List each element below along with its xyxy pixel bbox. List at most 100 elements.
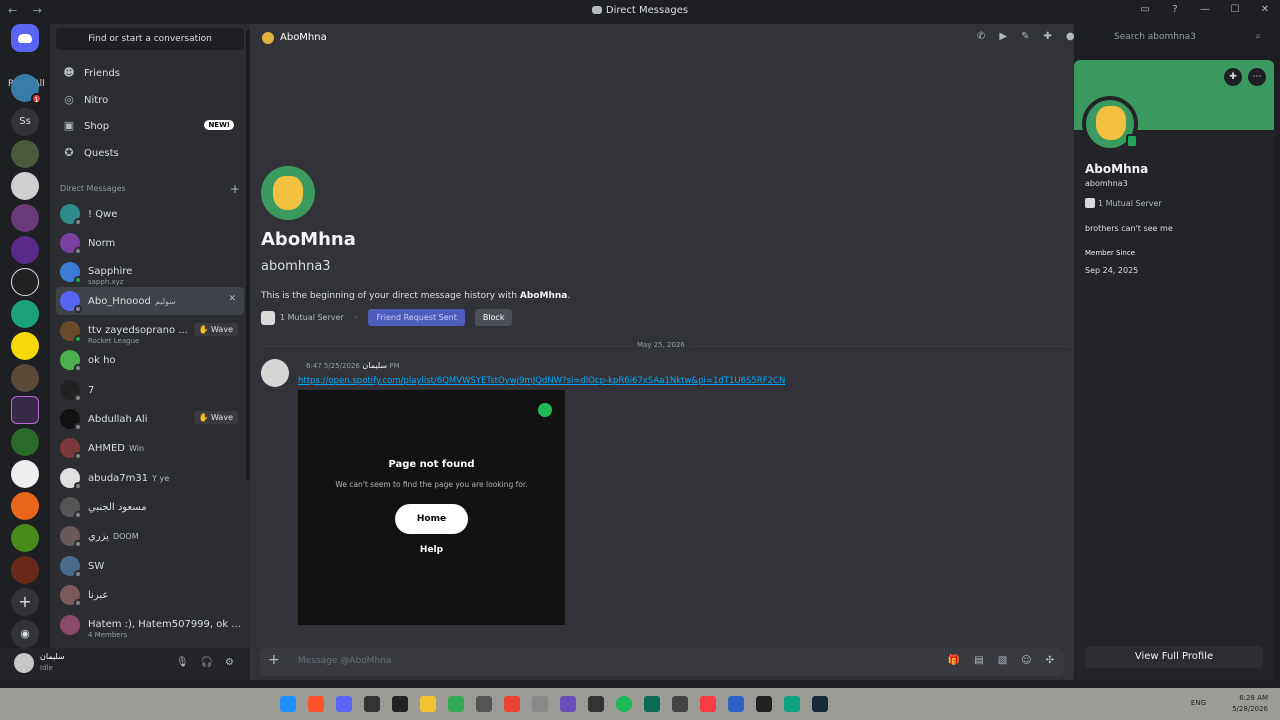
server-icon[interactable] (11, 268, 39, 296)
embed-help-link[interactable]: Help (298, 545, 565, 555)
inbox-icon[interactable]: ▭ (1138, 3, 1152, 17)
app-icon[interactable] (784, 696, 800, 712)
settings-gear-icon[interactable]: ⚙ (225, 657, 234, 668)
block-button[interactable]: Block (474, 309, 513, 326)
dm-item[interactable]: مسعود الجنبي (56, 493, 244, 521)
dm-item[interactable]: ok ho (56, 346, 244, 374)
more-options-icon[interactable]: ⋯ (1248, 68, 1266, 86)
server-icon[interactable] (11, 300, 39, 328)
dm-item[interactable]: يزري DOOM (56, 522, 244, 550)
server-icon[interactable] (11, 460, 39, 488)
embed-home-button[interactable]: Home (395, 504, 468, 534)
microphone-icon[interactable]: 🎙 (176, 657, 189, 668)
discord-icon[interactable] (336, 696, 352, 712)
sticker-icon[interactable]: ▧ (998, 655, 1007, 666)
gift-icon[interactable]: 🎁 (948, 655, 960, 666)
brave-icon[interactable] (308, 696, 324, 712)
dm-item[interactable]: Norm (56, 229, 244, 257)
minimize-button[interactable]: — (1198, 3, 1212, 17)
server-icon[interactable] (11, 140, 39, 168)
dm-item[interactable]: 7 (56, 376, 244, 404)
user-profile-icon[interactable]: ● (1066, 31, 1075, 42)
app-icon[interactable] (364, 696, 380, 712)
server-icon[interactable]: Ss (11, 108, 39, 136)
search-input[interactable]: Search abomhna3 ⌕ (1107, 28, 1267, 48)
nav-shop[interactable]: ▣ Shop NEW! (56, 113, 244, 139)
dm-item[interactable]: Abdullah Ali ✋ Wave (56, 405, 244, 433)
app-icon[interactable] (728, 696, 744, 712)
dm-item[interactable]: عبرنا (56, 581, 244, 609)
nav-nitro[interactable]: ◎ Nitro (56, 87, 244, 113)
music-icon[interactable] (700, 696, 716, 712)
close-button[interactable]: ✕ (1258, 3, 1272, 17)
friend-request-sent-button[interactable]: Friend Request Sent (368, 309, 465, 326)
headphones-icon[interactable]: 🎧 (201, 657, 213, 668)
server-icon[interactable] (11, 364, 39, 392)
wave-button[interactable]: ✋ Wave (193, 411, 238, 424)
help-icon[interactable]: ? (1168, 3, 1182, 17)
server-icon[interactable] (11, 428, 39, 456)
view-full-profile-button[interactable]: View Full Profile (1085, 646, 1263, 668)
nav-quests[interactable]: ✪ Quests (56, 140, 244, 166)
file-explorer-icon[interactable] (420, 696, 436, 712)
dm-item-group[interactable]: Hatem :), Hatem507999, ok ... 4 Members (56, 611, 244, 639)
dm-item-active[interactable]: Abo_Hnoood سوليم ✕ (56, 287, 244, 315)
dm-item[interactable]: SW (56, 552, 244, 580)
app-icon[interactable] (532, 696, 548, 712)
app-icon[interactable] (644, 696, 660, 712)
settings-icon[interactable] (672, 696, 688, 712)
app-icon[interactable] (588, 696, 604, 712)
emoji-icon[interactable]: ☺ (1021, 655, 1031, 666)
server-icon[interactable] (11, 332, 39, 360)
close-dm-icon[interactable]: ✕ (228, 294, 236, 304)
user-avatar[interactable] (14, 653, 34, 673)
app-icon[interactable] (504, 696, 520, 712)
dm-item[interactable]: ! Qwe (56, 200, 244, 228)
server-icon[interactable] (11, 492, 39, 520)
create-dm-icon[interactable]: + (230, 182, 240, 196)
language-indicator[interactable]: ENG (1191, 699, 1206, 707)
add-server-icon[interactable]: + (11, 588, 39, 616)
message-composer[interactable]: + Message @AboMhna 🎁 ▤ ▧ ☺ ✣ (260, 648, 1064, 676)
pin-icon[interactable]: ✎ (1021, 31, 1029, 42)
profile-mutual-servers[interactable]: 1 Mutual Server (1085, 198, 1162, 208)
message-author[interactable]: سليمان (362, 361, 387, 370)
server-icon[interactable] (11, 204, 39, 232)
add-friends-icon[interactable]: ✚ (1043, 31, 1051, 42)
server-icon[interactable]: 1 (11, 74, 42, 104)
app-icon[interactable] (560, 696, 576, 712)
message-link[interactable]: https://open.spotify.com/playlist/6QMVWS… (298, 376, 785, 386)
discover-icon[interactable]: ◉ (11, 620, 39, 648)
gif-icon[interactable]: ▤ (974, 655, 983, 666)
spotify-icon[interactable] (616, 696, 632, 712)
server-icon[interactable] (11, 556, 39, 584)
maximize-button[interactable]: ☐ (1228, 3, 1242, 17)
app-icon[interactable] (476, 696, 492, 712)
taskbar-clock[interactable]: 6:28 AM 5/28/2026 (1232, 693, 1268, 715)
apps-icon[interactable]: ✣ (1046, 655, 1054, 666)
dm-item[interactable]: ttv zayedsoprano ... Rocket League ✋ Wave (56, 317, 244, 345)
steam-icon[interactable] (812, 696, 828, 712)
add-friend-icon[interactable]: ✚ (1224, 68, 1242, 86)
dm-item[interactable]: abuda7m31 Y ye (56, 464, 244, 492)
video-call-icon[interactable]: ▶ (999, 31, 1007, 42)
server-icon[interactable] (11, 396, 39, 424)
dm-item[interactable]: Sapphire sapph.xyz (56, 258, 244, 286)
dm-item[interactable]: AHMED Win (56, 434, 244, 462)
server-icon[interactable] (11, 236, 39, 264)
nav-friends[interactable]: ☻ Friends (56, 60, 244, 86)
app-icon[interactable] (756, 696, 772, 712)
wave-button[interactable]: ✋ Wave (193, 323, 238, 336)
add-attachment-icon[interactable]: + (268, 652, 280, 668)
server-icon[interactable] (11, 524, 39, 552)
find-conversation-input[interactable]: Find or start a conversation (56, 28, 244, 50)
message-avatar[interactable] (261, 359, 289, 387)
start-icon[interactable] (280, 696, 296, 712)
home-button[interactable] (11, 24, 39, 52)
voice-call-icon[interactable]: ✆ (977, 31, 985, 42)
chrome-icon[interactable] (448, 696, 464, 712)
channel-name[interactable]: AboMhna (280, 32, 327, 43)
server-icon[interactable] (11, 172, 39, 200)
mutual-servers[interactable]: 1 Mutual Server (261, 310, 344, 325)
app-icon[interactable] (392, 696, 408, 712)
